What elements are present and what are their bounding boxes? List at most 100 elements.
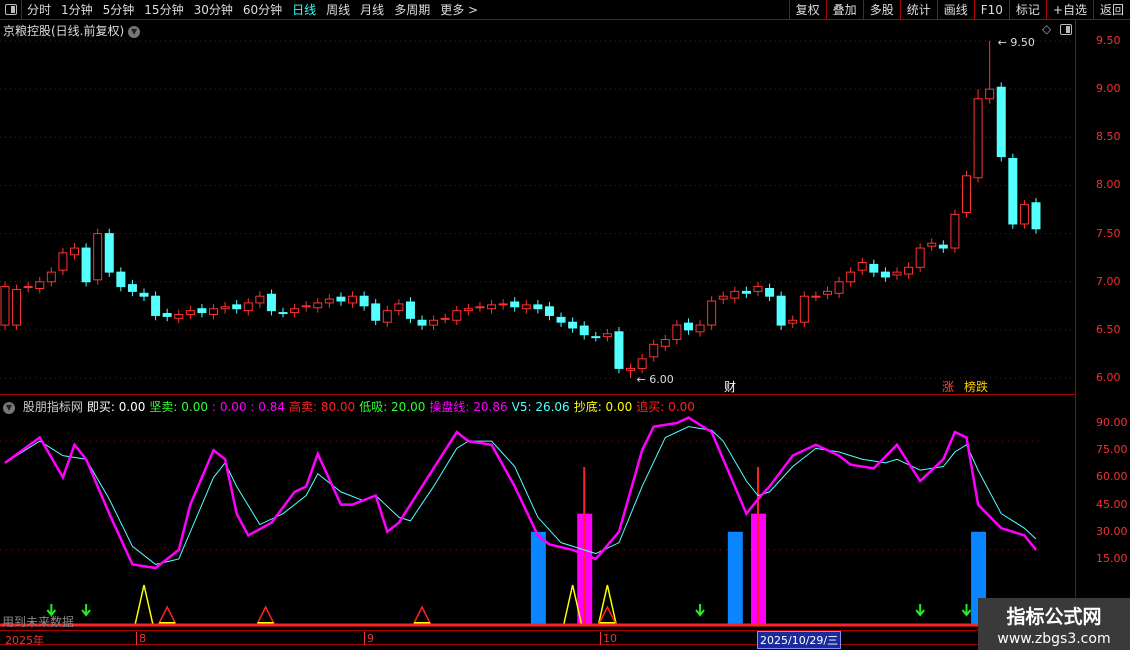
candle <box>533 304 543 310</box>
candle <box>1008 157 1018 225</box>
candle <box>556 316 566 323</box>
limit-up-marker[interactable]: 涨 <box>942 379 954 394</box>
down-arrow-icon <box>81 604 91 617</box>
candle <box>834 281 844 294</box>
candle <box>614 331 624 369</box>
candle <box>915 247 925 268</box>
month-label: 10 <box>600 632 617 645</box>
candle <box>568 321 578 329</box>
candle <box>394 303 404 312</box>
candle <box>139 292 149 297</box>
candle <box>243 302 253 312</box>
low-label: ← 6.00 <box>637 373 674 386</box>
candle <box>46 271 56 283</box>
candle <box>104 233 114 273</box>
candle <box>209 308 219 315</box>
indicator-tick: 30.00 <box>1096 524 1128 538</box>
operation-line <box>4 416 1037 570</box>
candle <box>174 313 184 319</box>
candle <box>753 286 763 292</box>
cursor-date: 2025/10/29/三 <box>757 631 842 649</box>
candle <box>371 303 381 321</box>
bottom-signal <box>134 584 154 626</box>
candle <box>463 308 473 312</box>
candle <box>116 271 126 288</box>
candle <box>521 304 531 310</box>
finance-marker[interactable]: 财 <box>724 380 736 394</box>
candle <box>626 367 636 371</box>
candle <box>440 317 450 320</box>
down-arrow-icon <box>915 604 925 617</box>
price-tick: 8.00 <box>1096 178 1121 192</box>
candle <box>429 319 439 326</box>
candle <box>93 233 103 281</box>
candle <box>255 295 265 304</box>
price-tick: 9.50 <box>1096 34 1121 47</box>
candle <box>649 343 659 358</box>
price-tick: 6.50 <box>1096 322 1121 336</box>
candle <box>695 324 705 333</box>
rank-marker[interactable]: 榜跌 <box>964 379 988 394</box>
candle <box>232 304 242 310</box>
candle <box>544 306 554 316</box>
high-label: ← 9.50 <box>998 36 1035 49</box>
candle <box>162 313 172 317</box>
candle <box>637 358 647 369</box>
candle <box>591 336 601 339</box>
candle <box>869 263 879 273</box>
price-tick: 7.50 <box>1096 226 1121 240</box>
candle <box>961 175 971 213</box>
candle <box>510 301 520 308</box>
candle <box>498 303 508 306</box>
year-label: 2025年 <box>5 634 44 647</box>
candle <box>348 295 358 304</box>
candle <box>220 306 230 310</box>
candle <box>776 295 786 326</box>
candle <box>23 286 33 289</box>
price-tick: 7.00 <box>1096 274 1121 288</box>
indicator-tick: 90.00 <box>1096 416 1128 429</box>
candle <box>278 312 288 315</box>
candle <box>660 339 670 347</box>
candle <box>290 308 300 314</box>
candle <box>765 287 775 297</box>
date-axis: 2025年 8 9 10 2025/10/29/三 <box>0 630 1075 649</box>
candle <box>707 300 717 326</box>
candle <box>672 324 682 341</box>
candle <box>811 295 821 298</box>
indicator-tick: 60.00 <box>1096 470 1128 484</box>
candle <box>151 295 161 316</box>
v5-line <box>4 426 1037 565</box>
month-label: 8 <box>136 632 146 645</box>
candle <box>301 305 311 308</box>
candle <box>382 310 392 323</box>
candle <box>822 290 832 295</box>
candle <box>185 310 195 315</box>
candle <box>950 213 960 249</box>
candle <box>417 319 427 326</box>
toolbar-button[interactable]: 返回 <box>1092 0 1130 20</box>
candle <box>336 296 346 302</box>
candle <box>985 88 995 100</box>
candle <box>452 310 462 321</box>
indicator-tick: 15.00 <box>1096 551 1128 565</box>
candle <box>1031 202 1041 230</box>
down-arrow-icon <box>961 604 972 617</box>
candle <box>904 266 914 275</box>
candle <box>730 290 740 299</box>
signal-bar <box>530 531 546 625</box>
candle <box>35 281 45 289</box>
price-tick: 9.00 <box>1096 82 1121 96</box>
candle <box>12 288 22 326</box>
candle <box>127 284 137 292</box>
candle <box>1019 204 1029 225</box>
price-tick: 8.50 <box>1096 130 1121 144</box>
candle <box>487 304 497 310</box>
candle <box>683 322 693 331</box>
chart-canvas[interactable]: ← 9.50 ← 6.00 财 涨榜跌 <box>0 0 1075 630</box>
candle <box>718 295 728 300</box>
future-data-note: 用到未来数据 <box>2 615 75 629</box>
indicator-tick: 45.00 <box>1096 497 1128 511</box>
candle <box>973 98 983 179</box>
down-arrow-icon <box>695 604 705 617</box>
